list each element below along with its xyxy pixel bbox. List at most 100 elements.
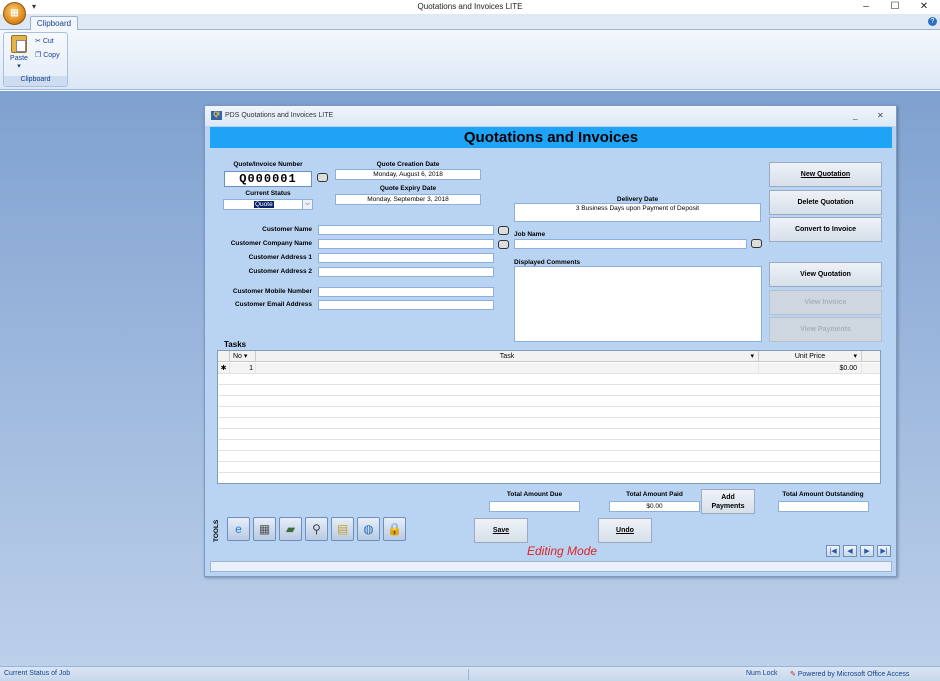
expiry-date-field[interactable]: Monday, September 3, 2018 — [335, 194, 481, 205]
job-name-label: Job Name — [514, 231, 546, 238]
creation-date-field[interactable]: Monday, August 6, 2018 — [335, 169, 481, 180]
form-minimize-button[interactable]: _ — [853, 111, 857, 120]
lock-icon[interactable]: 🔒 — [383, 517, 406, 541]
form-caption-bar: QI PDS Quotations and Invoices LITE _ ✕ — [205, 106, 896, 126]
total-paid-field[interactable]: $0.00 — [609, 501, 700, 512]
view-payments-button[interactable]: View Payments — [769, 317, 882, 342]
tab-clipboard[interactable]: Clipboard — [30, 16, 78, 31]
customer-name-label: Customer Name — [262, 226, 312, 233]
column-task-label: Task — [499, 353, 515, 360]
empty-row — [218, 418, 880, 429]
empty-row — [218, 374, 880, 385]
status-select[interactable]: Quote ⌵ — [223, 199, 313, 210]
paste-icon — [11, 35, 27, 53]
undo-label: Undo — [616, 527, 634, 534]
grid-header: No ▾ Task ▾ Unit Price ▾ — [218, 351, 880, 362]
total-due-field[interactable] — [489, 501, 580, 512]
minimize-button[interactable]: – — [851, 0, 881, 14]
internet-explorer-icon[interactable]: e — [227, 517, 250, 541]
delete-quotation-button[interactable]: Delete Quotation — [769, 190, 882, 215]
total-outstanding-label: Total Amount Outstanding — [782, 491, 864, 498]
address1-field[interactable] — [318, 253, 494, 263]
empty-row — [218, 385, 880, 396]
save-button[interactable]: Save — [474, 518, 528, 543]
paste-button[interactable]: Paste ▾ — [7, 35, 31, 70]
notes-icon[interactable]: ▰ — [279, 517, 302, 541]
new-quotation-button[interactable]: New Quotation — [769, 162, 882, 187]
ribbon-tabs: Clipboard ? — [0, 14, 940, 31]
num-lock-indicator: Num Lock — [746, 670, 778, 677]
view-invoice-button[interactable]: View Invoice — [769, 290, 882, 315]
tasks-grid[interactable]: No ▾ Task ▾ Unit Price ▾ ✱ 1 $0.00 — [217, 350, 881, 484]
add-payments-button[interactable]: Add Payments — [701, 489, 755, 514]
row-price-cell[interactable]: $0.00 — [759, 363, 862, 374]
address1-label: Customer Address 1 — [248, 254, 312, 261]
copy-label: Copy — [43, 52, 60, 59]
status-value: Quote — [254, 201, 274, 208]
clipboard-group: Paste ▾ ✂ Cut ❐ Copy Clipboard — [3, 32, 68, 87]
dictionary-icon[interactable]: ⚲ — [305, 517, 328, 541]
copy-icon: ❐ — [35, 52, 42, 59]
column-task[interactable]: Task ▾ — [256, 351, 759, 362]
find-customer-binoculars-icon[interactable] — [498, 226, 509, 237]
convert-to-invoice-button[interactable]: Convert to Invoice — [769, 217, 882, 242]
window-title: Quotations and Invoices LITE — [417, 2, 523, 11]
find-quote-binoculars-icon[interactable] — [317, 173, 328, 184]
last-record-icon[interactable]: ▶| — [877, 545, 891, 557]
copy-button[interactable]: ❐ Copy — [35, 51, 60, 59]
tasks-label: Tasks — [224, 340, 247, 349]
folder-icon[interactable]: ▤ — [331, 517, 354, 541]
mobile-field[interactable] — [318, 287, 494, 297]
quotations-form: QI PDS Quotations and Invoices LITE _ ✕ … — [204, 105, 897, 577]
help-icon[interactable]: ? — [928, 17, 937, 26]
delivery-date-field[interactable]: 3 Business Days upon Payment of Deposit — [514, 203, 761, 222]
column-no[interactable]: No ▾ — [230, 351, 256, 362]
next-record-icon[interactable]: ▶ — [860, 545, 874, 557]
row-no-cell[interactable]: 1 — [230, 363, 256, 374]
status-divider — [468, 669, 469, 680]
chevron-down-icon[interactable]: ⌵ — [302, 200, 312, 209]
cut-button[interactable]: ✂ Cut — [35, 37, 54, 45]
previous-record-icon[interactable]: ◀ — [843, 545, 857, 557]
comments-field[interactable] — [514, 266, 762, 342]
calculator-icon[interactable]: ▦ — [253, 517, 276, 541]
total-outstanding-field[interactable] — [778, 501, 869, 512]
app-icon: QI — [211, 111, 222, 120]
company-name-field[interactable] — [318, 239, 494, 249]
view-quotation-button[interactable]: View Quotation — [769, 262, 882, 287]
form-status-strip — [210, 561, 892, 572]
maximize-button[interactable]: ☐ — [880, 0, 910, 14]
quote-number-field[interactable]: Q000001 — [224, 171, 312, 187]
address2-label: Customer Address 2 — [248, 268, 312, 275]
current-status-label: Current Status — [245, 190, 291, 197]
undo-button[interactable]: Undo — [598, 518, 652, 543]
empty-row — [218, 407, 880, 418]
first-record-icon[interactable]: |◀ — [826, 545, 840, 557]
total-due-label: Total Amount Due — [506, 491, 563, 498]
job-name-field[interactable] — [514, 239, 747, 249]
find-company-binoculars-icon[interactable] — [498, 240, 509, 251]
paste-label: Paste — [10, 55, 28, 62]
find-job-binoculars-icon[interactable] — [751, 239, 762, 250]
scissors-icon: ✂ — [35, 38, 41, 45]
office-button[interactable]: ⊞ — [3, 2, 26, 25]
globe-icon[interactable]: ◍ — [357, 517, 380, 541]
customer-name-field[interactable] — [318, 225, 494, 235]
select-all-corner[interactable] — [218, 351, 230, 362]
row-task-cell[interactable] — [256, 363, 759, 374]
quote-number-label: Quote/Invoice Number — [233, 161, 303, 168]
column-unit-price[interactable]: Unit Price ▾ — [759, 351, 862, 362]
ribbon: Paste ▾ ✂ Cut ❐ Copy Clipboard — [0, 30, 940, 90]
add-payments-label: Add Payments — [711, 493, 745, 510]
column-no-label: No — [233, 353, 242, 360]
address2-field[interactable] — [318, 267, 494, 277]
email-field[interactable] — [318, 300, 494, 310]
form-close-button[interactable]: ✕ — [877, 111, 884, 120]
empty-row — [218, 451, 880, 462]
form-caption: PDS Quotations and Invoices LITE — [225, 112, 334, 119]
close-button[interactable]: ✕ — [909, 0, 939, 14]
empty-row — [218, 462, 880, 473]
table-row[interactable]: ✱ 1 $0.00 — [218, 363, 880, 374]
powered-label: Powered by Microsoft Office Access — [797, 671, 910, 678]
powered-by-access: ✎ Powered by Microsoft Office Access — [790, 670, 909, 678]
